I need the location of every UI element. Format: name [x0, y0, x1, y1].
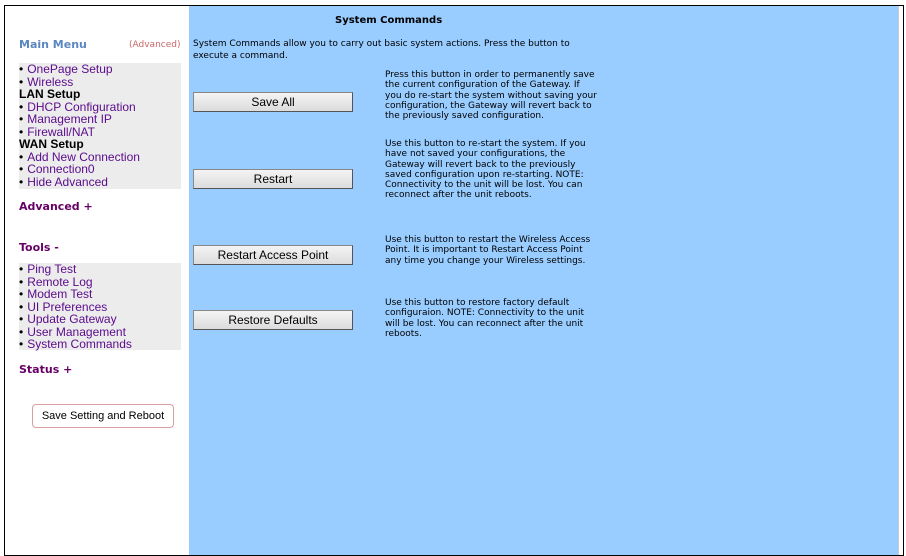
- main-content: System Commands System Commands allow yo…: [189, 6, 902, 555]
- bullet-icon: •: [19, 337, 24, 351]
- intro-text: System Commands allow you to carry out b…: [193, 39, 570, 61]
- bullet-icon: •: [19, 62, 24, 76]
- page-title: System Commands: [335, 15, 443, 26]
- advanced-tag[interactable]: (Advanced): [129, 40, 180, 50]
- bullet-icon: •: [19, 162, 24, 176]
- menu-item-label: Hide Advanced: [27, 174, 108, 189]
- main-menu-title: Main Menu: [19, 38, 87, 51]
- browser-frame: Main Menu (Advanced) • OnePage Setup • Wir…: [4, 5, 904, 556]
- menu-item-system-commands[interactable]: • System Commands: [19, 338, 181, 351]
- advanced-section-toggle[interactable]: Advanced +: [19, 200, 93, 213]
- status-section-toggle[interactable]: Status +: [19, 363, 72, 376]
- restart-access-point-description: Use this button to restart the Wireless …: [385, 235, 591, 266]
- tools-section-toggle[interactable]: Tools -: [19, 241, 59, 254]
- bullet-icon: •: [19, 174, 24, 189]
- save-all-button[interactable]: Save All: [193, 92, 353, 112]
- save-all-description: Press this button in order to permanentl…: [385, 70, 597, 122]
- tools-menu-group: • Ping Test • Remote Log • Modem Test • UI P…: [19, 263, 181, 350]
- scrollbar[interactable]: [898, 6, 903, 555]
- restart-access-point-button[interactable]: Restart Access Point: [193, 245, 353, 265]
- bullet-icon: •: [19, 112, 24, 126]
- menu-item-hide-advanced[interactable]: • Hide Advanced: [19, 174, 181, 189]
- restore-defaults-button[interactable]: Restore Defaults: [193, 310, 353, 330]
- bullet-icon: •: [19, 312, 24, 326]
- menu-item-label: System Commands: [27, 337, 132, 351]
- restart-description: Use this button to re-start the system. …: [385, 139, 586, 201]
- restore-defaults-description: Use this button to restore factory defau…: [385, 298, 585, 339]
- bullet-icon: •: [19, 262, 24, 276]
- sidebar: Main Menu (Advanced) • OnePage Setup • Wir…: [5, 6, 189, 555]
- setup-menu-group: • OnePage Setup • Wireless LAN Setup • DHCP…: [19, 63, 181, 189]
- restart-button[interactable]: Restart: [193, 169, 353, 189]
- save-setting-and-reboot-button[interactable]: Save Setting and Reboot: [32, 404, 174, 428]
- bullet-icon: •: [19, 287, 24, 301]
